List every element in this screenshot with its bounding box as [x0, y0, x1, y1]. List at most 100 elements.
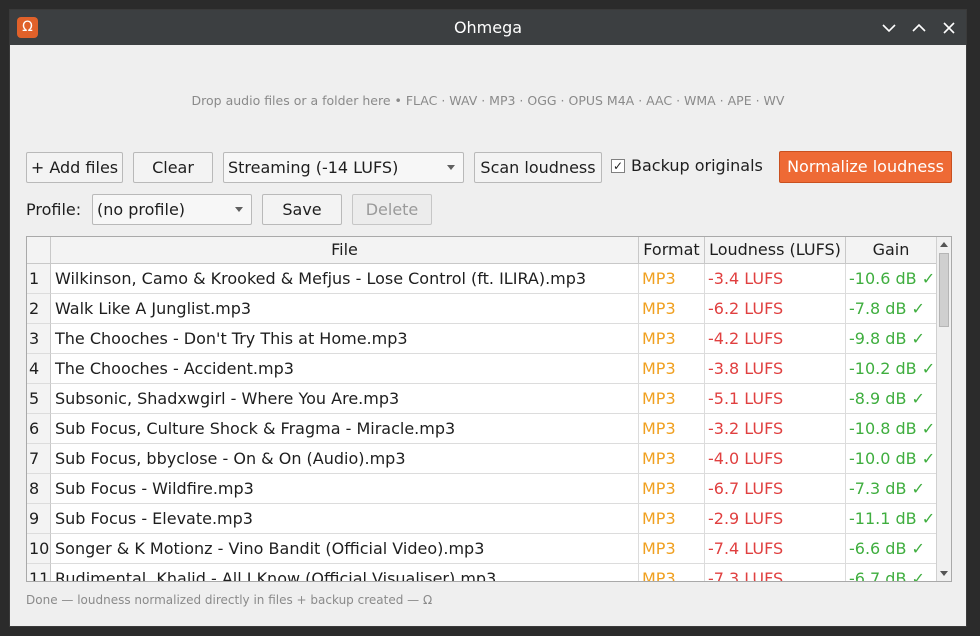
format-cell: MP3 — [639, 444, 705, 474]
loudness-cell: -7.3 LUFS — [705, 564, 846, 581]
format-cell: MP3 — [639, 294, 705, 324]
profile-label: Profile: — [26, 200, 82, 219]
row-number: 2 — [27, 294, 51, 324]
vertical-scrollbar[interactable] — [936, 237, 951, 581]
close-icon[interactable] — [939, 18, 959, 38]
format-cell: MP3 — [639, 504, 705, 534]
clear-button[interactable]: Clear — [133, 152, 213, 183]
loudness-cell: -4.2 LUFS — [705, 324, 846, 354]
file-name-cell: Walk Like A Junglist.mp3 — [51, 294, 639, 324]
file-name-cell: Songer & K Motionz - Vino Bandit (Offici… — [51, 534, 639, 564]
row-number: 9 — [27, 504, 51, 534]
scrollbar-thumb[interactable] — [939, 253, 949, 327]
table-row[interactable]: 11 Rudimental, Khalid - All I Know (Offic… — [27, 564, 937, 581]
file-name-cell: Rudimental, Khalid - All I Know (Officia… — [51, 564, 639, 581]
table-row[interactable]: 5 Subsonic, Shadxwgirl - Where You Are.mp… — [27, 384, 937, 414]
table-row[interactable]: 2 Walk Like A Junglist.mp3 MP3 -6.2 LUFS -7.… — [27, 294, 937, 324]
format-cell: MP3 — [639, 534, 705, 564]
loudness-cell: -5.1 LUFS — [705, 384, 846, 414]
window-title: Ohmega — [453, 18, 523, 37]
file-name-cell: Wilkinson, Camo & Krooked & Mefjus - Los… — [51, 264, 639, 294]
format-cell: MP3 — [639, 324, 705, 354]
table-row[interactable]: 4 The Chooches - Accident.mp3 MP3 -3.8 LUFS… — [27, 354, 937, 384]
format-cell: MP3 — [639, 474, 705, 504]
row-number: 8 — [27, 474, 51, 504]
gain-cell: -6.6 dB ✓ — [846, 534, 937, 564]
gain-cell: -10.2 dB ✓ — [846, 354, 937, 384]
main-window: Ω Ohmega Drop audio files or a folder he… — [9, 9, 967, 627]
dropdown-arrow-icon — [235, 207, 243, 212]
table-row[interactable]: 1 Wilkinson, Camo & Krooked & Mefjus - Lo… — [27, 264, 937, 294]
loudness-cell: -2.9 LUFS — [705, 504, 846, 534]
gain-cell: -7.8 dB ✓ — [846, 294, 937, 324]
gain-cell: -9.8 dB ✓ — [846, 324, 937, 354]
table-row[interactable]: 7 Sub Focus, bbyclose - On & On (Audio).m… — [27, 444, 937, 474]
file-name-cell: Sub Focus, bbyclose - On & On (Audio).mp… — [51, 444, 639, 474]
profile-dropdown[interactable]: (no profile) — [92, 194, 252, 225]
loudness-cell: -6.2 LUFS — [705, 294, 846, 324]
loudness-cell: -4.0 LUFS — [705, 444, 846, 474]
scroll-up-arrow-icon[interactable] — [940, 242, 948, 247]
drop-zone-hint[interactable]: Drop audio files or a folder here • FLAC… — [10, 93, 966, 108]
file-name-cell: The Chooches - Don't Try This at Home.mp… — [51, 324, 639, 354]
row-number: 7 — [27, 444, 51, 474]
file-name-cell: The Chooches - Accident.mp3 — [51, 354, 639, 384]
backup-originals-checkbox[interactable]: ✓ — [611, 159, 625, 173]
table-header: File Format Loudness (LUFS) Gain — [27, 237, 937, 264]
format-cell: MP3 — [639, 384, 705, 414]
loudness-cell: -7.4 LUFS — [705, 534, 846, 564]
file-name-cell: Subsonic, Shadxwgirl - Where You Are.mp3 — [51, 384, 639, 414]
column-header-loudness[interactable]: Loudness (LUFS) — [705, 237, 846, 263]
normalize-loudness-button[interactable]: Normalize loudness — [779, 151, 952, 183]
table-row[interactable]: 10 Songer & K Motionz - Vino Bandit (Offi… — [27, 534, 937, 564]
format-cell: MP3 — [639, 354, 705, 384]
table-row[interactable]: 9 Sub Focus - Elevate.mp3 MP3 -2.9 LUFS -11.… — [27, 504, 937, 534]
status-bar-text: Done — loudness normalized directly in f… — [26, 593, 433, 607]
gain-cell: -10.0 dB ✓ — [846, 444, 937, 474]
table-row[interactable]: 6 Sub Focus, Culture Shock & Fragma - Mir… — [27, 414, 937, 444]
title-bar[interactable]: Ω Ohmega — [10, 10, 966, 45]
gain-cell: -6.7 dB ✓ — [846, 564, 937, 581]
delete-profile-button: Delete — [352, 194, 432, 225]
dropdown-arrow-icon — [447, 165, 455, 170]
file-name-cell: Sub Focus - Wildfire.mp3 — [51, 474, 639, 504]
column-header-format[interactable]: Format — [639, 237, 705, 263]
table-row[interactable]: 8 Sub Focus - Wildfire.mp3 MP3 -6.7 LUFS -7.… — [27, 474, 937, 504]
gain-cell: -7.3 dB ✓ — [846, 474, 937, 504]
preset-dropdown[interactable]: Streaming (-14 LUFS) — [223, 152, 464, 183]
gain-cell: -8.9 dB ✓ — [846, 384, 937, 414]
row-number: 1 — [27, 264, 51, 294]
row-number: 4 — [27, 354, 51, 384]
files-table[interactable]: File Format Loudness (LUFS) Gain 1 Wilkin… — [26, 236, 952, 582]
format-cell: MP3 — [639, 414, 705, 444]
minimize-chevron-down-icon[interactable] — [879, 18, 899, 38]
loudness-cell: -3.2 LUFS — [705, 414, 846, 444]
loudness-cell: -3.8 LUFS — [705, 354, 846, 384]
preset-selected-value: Streaming (-14 LUFS) — [228, 158, 399, 177]
backup-originals-label[interactable]: Backup originals — [631, 156, 763, 175]
file-name-cell: Sub Focus, Culture Shock & Fragma - Mira… — [51, 414, 639, 444]
column-header-file[interactable]: File — [51, 237, 639, 263]
row-number: 10 — [27, 534, 51, 564]
format-cell: MP3 — [639, 564, 705, 581]
row-number: 6 — [27, 414, 51, 444]
add-files-button[interactable]: + Add files — [26, 152, 123, 183]
file-name-cell: Sub Focus - Elevate.mp3 — [51, 504, 639, 534]
gain-cell: -11.1 dB ✓ — [846, 504, 937, 534]
column-header-gain[interactable]: Gain — [846, 237, 937, 263]
loudness-cell: -6.7 LUFS — [705, 474, 846, 504]
row-number: 11 — [27, 564, 51, 581]
table-body: 1 Wilkinson, Camo & Krooked & Mefjus - Lo… — [27, 264, 937, 581]
format-cell: MP3 — [639, 264, 705, 294]
scroll-down-arrow-icon[interactable] — [940, 571, 948, 576]
loudness-cell: -3.4 LUFS — [705, 264, 846, 294]
row-number: 5 — [27, 384, 51, 414]
row-number: 3 — [27, 324, 51, 354]
profile-selected-value: (no profile) — [97, 200, 186, 219]
gain-cell: -10.8 dB ✓ — [846, 414, 937, 444]
table-row[interactable]: 3 The Chooches - Don't Try This at Home.m… — [27, 324, 937, 354]
gain-cell: -10.6 dB ✓ — [846, 264, 937, 294]
save-profile-button[interactable]: Save — [262, 194, 342, 225]
scan-loudness-button[interactable]: Scan loudness — [474, 152, 602, 183]
maximize-chevron-up-icon[interactable] — [909, 18, 929, 38]
